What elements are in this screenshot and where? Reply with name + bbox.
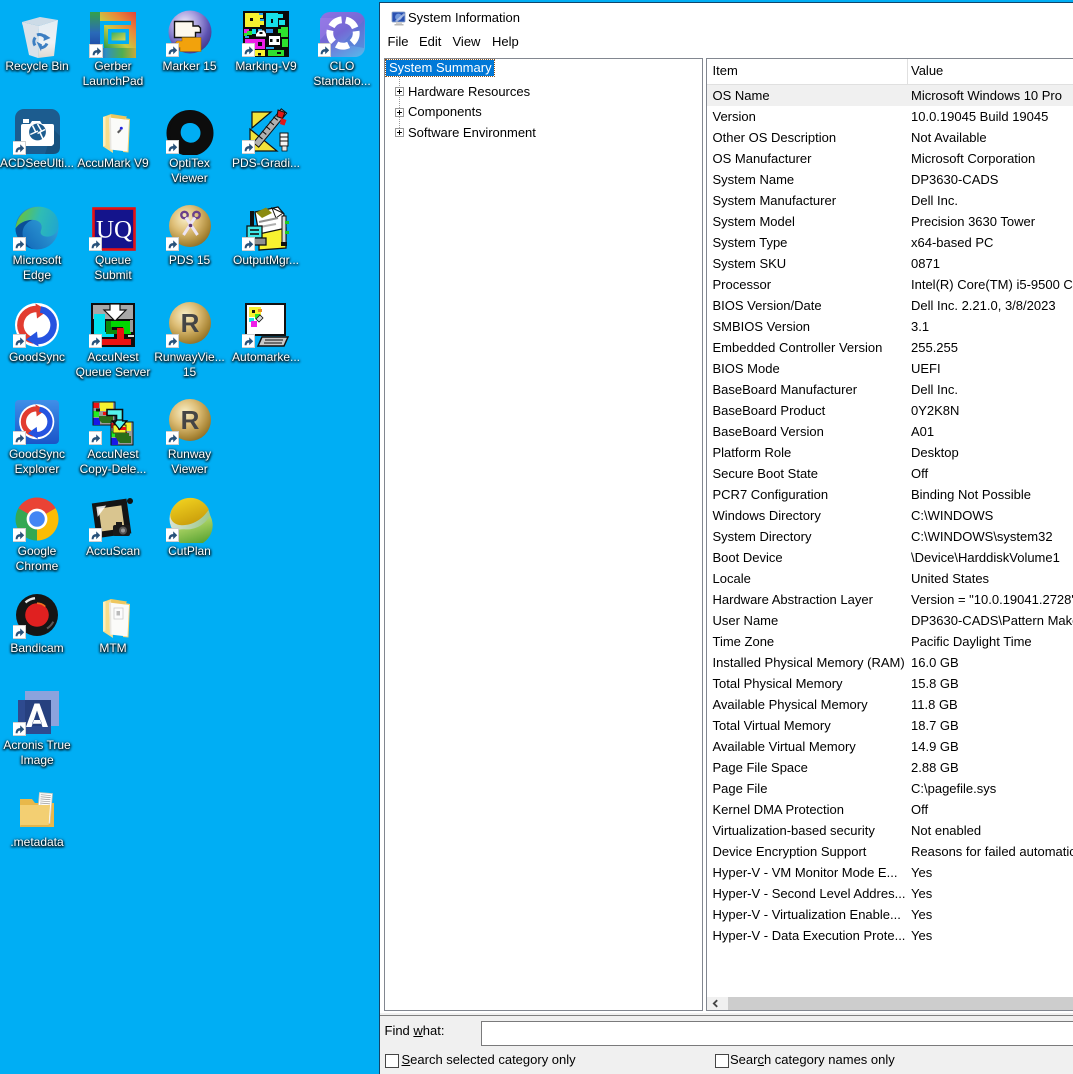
svg-text:R: R <box>180 308 199 338</box>
svg-text:R: R <box>180 405 199 435</box>
